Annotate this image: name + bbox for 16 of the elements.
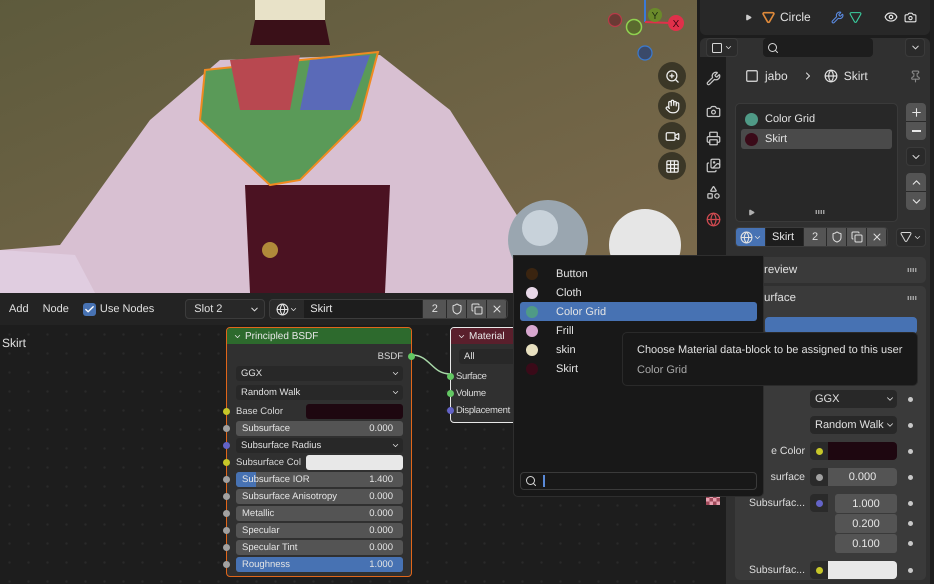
socket-label: Volume [456,388,486,399]
socket-label: Surface [456,371,487,382]
tooltip-value: Color Grid [637,364,688,376]
property-label: Subsurfac... [748,563,805,578]
socket-label: Base Color [236,406,284,417]
property-label: Subsurfac... [748,496,805,511]
breadcrumb: Skirt [2,336,26,350]
axis-label: X [672,19,680,30]
tooltip-text: Choose Material data-block to be assigned to this user [637,344,903,356]
property-label: e Color [770,444,805,459]
axis-label: Y [652,11,658,22]
checkbox-label: Use Nodes [100,303,154,315]
socket-label: BSDF [378,351,403,362]
socket-label: Displacement [456,405,510,416]
socket-label: Subsurface Col [236,457,302,468]
property-label: surface [770,470,805,485]
